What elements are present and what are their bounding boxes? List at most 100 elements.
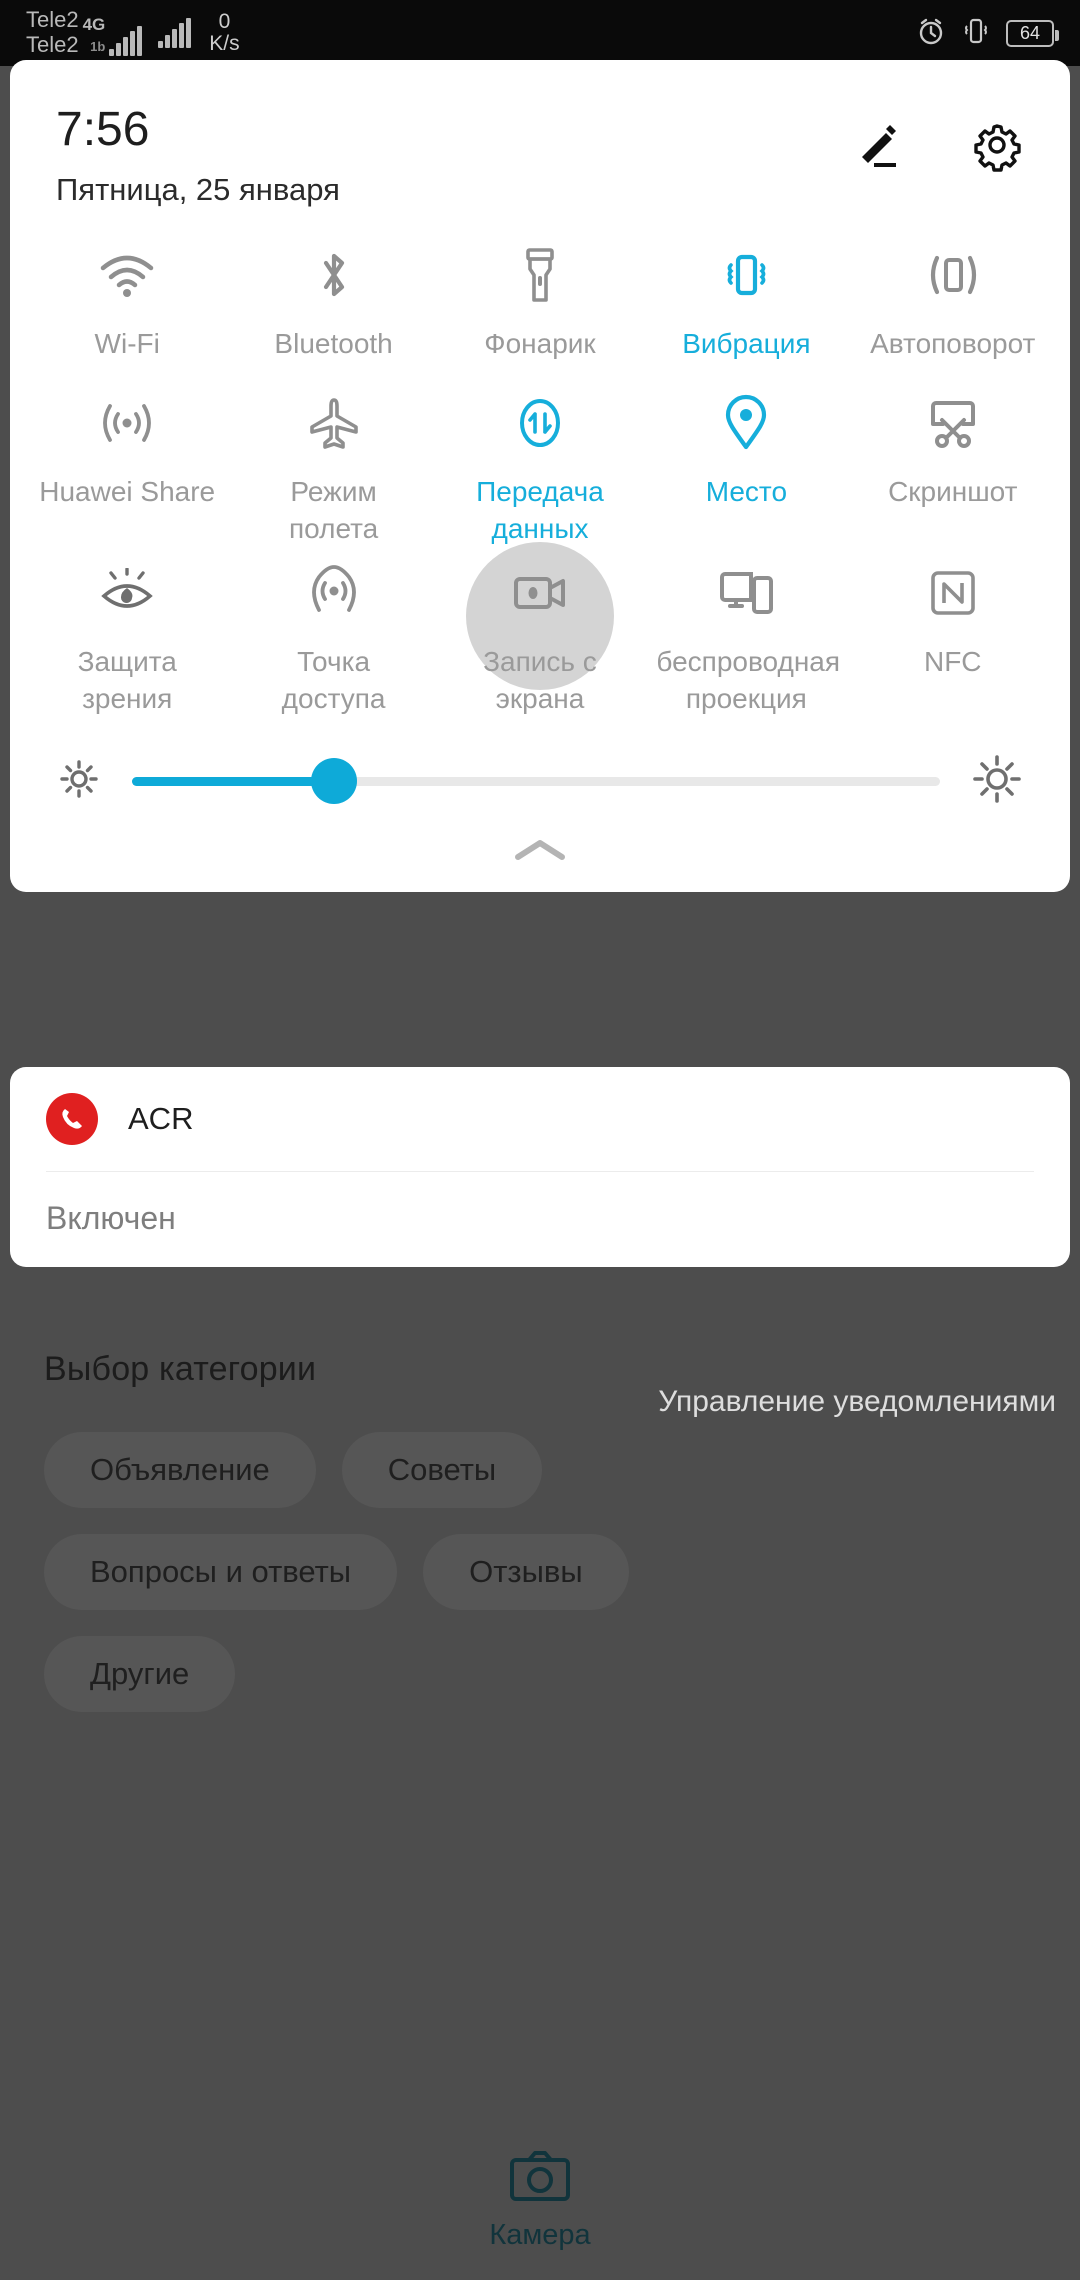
- chip-tips[interactable]: Советы: [341, 1432, 543, 1508]
- airplane-icon: [306, 394, 362, 452]
- quick-settings-tiles: Wi-Fi Bluetooth Фонарик Вибрация Автопов…: [10, 208, 1070, 718]
- brightness-low-icon: [56, 756, 102, 807]
- hotspot-icon: [307, 564, 361, 622]
- clock-block: 7:56 Пятница, 25 января: [56, 100, 340, 208]
- tile-autorotate[interactable]: Автоповорот: [850, 230, 1056, 378]
- tile-location[interactable]: Место: [643, 378, 849, 548]
- screenshot-icon: [924, 394, 982, 452]
- notification-app-name: ACR: [128, 1101, 194, 1136]
- huawei-share-icon: [98, 394, 156, 452]
- gear-icon[interactable]: [970, 118, 1024, 177]
- status-bar-left: Tele2 Tele2 4G 1b 0 K/s: [26, 8, 240, 57]
- tile-huawei-share[interactable]: Huawei Share: [24, 378, 230, 548]
- autorotate-icon: [924, 246, 982, 304]
- quick-settings-header: 7:56 Пятница, 25 января: [10, 60, 1070, 208]
- tile-label: Фонарик: [484, 328, 596, 359]
- network-type-badge-2: 1b: [90, 38, 106, 54]
- phone-record-icon: [46, 1093, 98, 1145]
- carrier-1-label: Tele2: [26, 7, 79, 33]
- network-speed-value: 0: [218, 9, 231, 33]
- cast-icon: [716, 564, 776, 622]
- tile-bluetooth[interactable]: Bluetooth: [230, 230, 436, 378]
- tile-wifi[interactable]: Wi-Fi: [24, 230, 230, 378]
- network-speed-unit: K/s: [209, 32, 240, 55]
- flashlight-icon: [520, 246, 560, 304]
- tile-mobile-data[interactable]: Передача данных: [437, 378, 643, 548]
- screen-record-icon: [511, 564, 569, 622]
- tile-nfc[interactable]: NFC: [850, 548, 1056, 718]
- tile-screenshot[interactable]: Скриншот: [850, 378, 1056, 548]
- brightness-row: [10, 718, 1070, 819]
- clock-date: Пятница, 25 января: [56, 172, 340, 207]
- bluetooth-icon: [312, 246, 356, 304]
- tile-airplane-mode[interactable]: Режим полета: [230, 378, 436, 548]
- chevron-up-icon: [512, 837, 568, 868]
- tile-label: Защита зрения: [77, 645, 177, 714]
- chip-row: Объявление Советы: [44, 1432, 1044, 1508]
- tile-label: Wi-Fi: [94, 328, 160, 359]
- location-pin-icon: [723, 394, 769, 452]
- mobile-data-icon: [513, 394, 567, 452]
- notification-header: ACR: [46, 1093, 1034, 1145]
- battery-percent-label: 64: [1019, 22, 1041, 43]
- tile-eye-comfort[interactable]: Защита зрения: [24, 548, 230, 718]
- alarm-icon: [916, 16, 946, 51]
- eye-comfort-icon: [98, 564, 156, 622]
- network-type-badge-1: 4G: [82, 14, 106, 34]
- tile-label: Bluetooth: [274, 328, 393, 359]
- notification-card[interactable]: ACR Включен: [10, 1067, 1070, 1267]
- camera-shortcut[interactable]: Камера: [0, 2150, 1080, 2252]
- category-chip-list: Объявление Советы Вопросы и ответы Отзыв…: [44, 1432, 1044, 1738]
- tile-label: беспроводная проекция: [656, 645, 841, 714]
- tile-hotspot[interactable]: Точка доступа: [230, 548, 436, 718]
- chip-other[interactable]: Другие: [44, 1636, 236, 1712]
- tile-label: NFC: [923, 645, 982, 677]
- brightness-fill: [132, 776, 334, 786]
- brightness-thumb[interactable]: [311, 758, 357, 805]
- vibrate-icon: [718, 246, 774, 304]
- wifi-icon: [98, 246, 156, 304]
- signal-bars-sim2: [158, 18, 192, 48]
- carrier-names: Tele2 Tele2: [26, 8, 79, 57]
- chip-faq[interactable]: Вопросы и ответы: [44, 1534, 398, 1610]
- carrier-2-label: Tele2: [26, 32, 79, 57]
- battery-icon: 64: [1006, 19, 1059, 47]
- signal-group-1: 4G 1b: [83, 11, 143, 56]
- camera-label: Камера: [489, 2219, 591, 2251]
- header-actions: [852, 100, 1024, 177]
- signal-group-2: [158, 18, 192, 48]
- tile-label: Место: [705, 476, 788, 507]
- tile-label: Скриншот: [888, 476, 1018, 507]
- chip-announcement[interactable]: Объявление: [44, 1432, 316, 1508]
- edit-icon[interactable]: [852, 119, 904, 176]
- tile-wireless-projection[interactable]: беспроводная проекция: [643, 548, 849, 718]
- brightness-high-icon: [970, 752, 1024, 811]
- status-bar-right: 64: [916, 16, 1059, 51]
- camera-icon: [509, 2150, 571, 2207]
- tile-label: Точка доступа: [281, 645, 386, 714]
- signal-bars-sim1: [109, 25, 143, 56]
- tile-vibration[interactable]: Вибрация: [643, 230, 849, 378]
- tile-label: Режим полета: [288, 476, 379, 544]
- chip-reviews[interactable]: Отзывы: [423, 1534, 629, 1610]
- chip-row: Вопросы и ответы Отзывы: [44, 1534, 1044, 1610]
- chip-row: Другие: [44, 1636, 1044, 1712]
- brightness-slider[interactable]: [132, 758, 940, 805]
- screen: Выбор категории Управление уведомлениями…: [0, 0, 1080, 2280]
- tile-label: Вибрация: [682, 328, 811, 359]
- manage-notifications-link[interactable]: Управление уведомлениями: [658, 1385, 1056, 1419]
- tile-label: Huawei Share: [39, 476, 216, 507]
- tile-flashlight[interactable]: Фонарик: [437, 230, 643, 378]
- notification-body: Включен: [46, 1200, 176, 1236]
- vibrate-icon: [962, 16, 990, 51]
- tile-screen-record[interactable]: Запись с экрана: [437, 541, 643, 718]
- clock-time: 7:56: [56, 103, 150, 156]
- status-bar: Tele2 Tele2 4G 1b 0 K/s 64: [0, 0, 1080, 66]
- tile-label: Автоповорот: [870, 328, 1036, 359]
- tile-label: Запись с экрана: [483, 645, 597, 714]
- network-speed: 0 K/s: [209, 9, 240, 55]
- expand-handle[interactable]: [10, 819, 1070, 882]
- nfc-icon: [927, 564, 979, 622]
- quick-settings-panel: 7:56 Пятница, 25 января Wi-Fi Bluetooth …: [10, 60, 1070, 892]
- tile-label: Передача данных: [476, 476, 604, 544]
